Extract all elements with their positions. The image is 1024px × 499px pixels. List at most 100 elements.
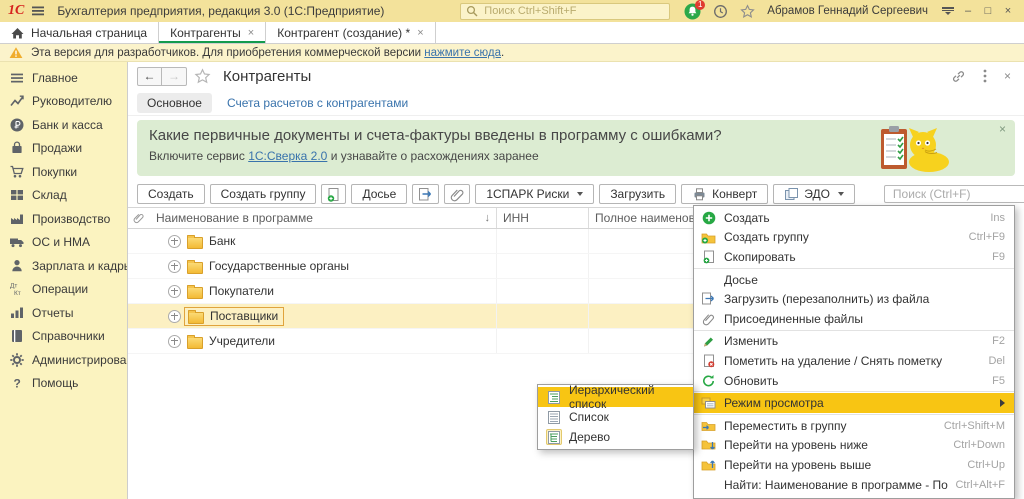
get-link-icon[interactable] — [951, 69, 966, 84]
list-search-box[interactable]: × — [884, 185, 1024, 203]
sidebar-item-directories[interactable]: Справочники — [0, 325, 127, 349]
nav-forward-button[interactable]: → — [162, 67, 187, 86]
global-search-box[interactable] — [460, 3, 670, 20]
sidebar-item-sales[interactable]: Продажи — [0, 137, 127, 161]
tab-home[interactable]: Начальная страница — [0, 22, 158, 43]
history-button[interactable] — [713, 4, 728, 19]
column-inn[interactable]: ИНН — [497, 208, 589, 228]
buy-version-link[interactable]: нажмите сюда — [424, 47, 501, 59]
menu-lines-icon — [9, 70, 25, 86]
sidebar-item-purchases[interactable]: Покупки — [0, 160, 127, 184]
current-user[interactable]: Абрамов Геннадий Сергеевич — [767, 5, 928, 17]
sidebar-item-salary-hr[interactable]: Зарплата и кадры — [0, 254, 127, 278]
tab-close-icon[interactable]: × — [248, 27, 254, 39]
delete-doc-icon — [703, 354, 715, 368]
menu-item-level-down[interactable]: Перейти на уровень ниже Ctrl+Down — [694, 436, 1014, 456]
menu-item-attached-files[interactable]: Присоединенные файлы — [694, 309, 1014, 329]
close-form-icon[interactable]: × — [1004, 69, 1011, 83]
tab-close-icon[interactable]: × — [417, 27, 423, 39]
create-button[interactable]: Создать — [137, 184, 205, 204]
menu-item-dossier[interactable]: Досье — [694, 270, 1014, 290]
import-doc-icon — [418, 187, 433, 202]
expand-icon[interactable] — [168, 285, 181, 298]
sidebar-item-production[interactable]: Производство — [0, 207, 127, 231]
sidebar-item-administration[interactable]: Администрирование — [0, 348, 127, 372]
menu-item-advanced-search[interactable]: Расширенный поиск Alt+F — [694, 494, 1014, 499]
more-options-icon[interactable] — [983, 69, 987, 83]
sverka-link[interactable]: 1С:Сверка 2.0 — [248, 149, 327, 163]
menu-item-mark-deletion[interactable]: Пометить на удаление / Снять пометку Del — [694, 351, 1014, 371]
dt-kt-icon: ДтКт — [9, 281, 25, 297]
window-minimize-button[interactable]: – — [958, 5, 978, 17]
menu-item-move-to-group[interactable]: Переместить в группу Ctrl+Shift+M — [694, 416, 1014, 436]
list-search-input[interactable] — [891, 186, 1024, 202]
nav-link-settlement-accounts[interactable]: Счета расчетов с контрагентами — [227, 96, 408, 110]
menu-separator — [694, 391, 1014, 392]
submenu-item-hierarchical-list[interactable]: Иерархический список — [538, 387, 693, 407]
page-nav: Основное Счета расчетов с контрагентами — [128, 90, 1024, 116]
service-menu-icon[interactable] — [942, 7, 954, 15]
dossier-button[interactable]: Досье — [351, 184, 407, 204]
menu-item-level-up[interactable]: Перейти на уровень выше Ctrl+Up — [694, 455, 1014, 475]
load-button[interactable]: Загрузить — [599, 184, 676, 204]
menu-item-find[interactable]: Найти: Наименование в программе - Постав… — [694, 475, 1014, 495]
copy-button[interactable] — [321, 184, 346, 204]
sidebar-item-label: Руководителю — [32, 94, 112, 108]
global-search-input[interactable] — [482, 4, 664, 18]
expand-icon[interactable] — [168, 310, 181, 323]
nav-tab-main[interactable]: Основное — [137, 93, 212, 113]
create-group-button[interactable]: Создать группу — [210, 184, 317, 204]
window-maximize-button[interactable]: □ — [978, 5, 998, 17]
main-menu-icon[interactable] — [31, 5, 45, 17]
menu-separator — [694, 330, 1014, 331]
menu-item-refresh[interactable]: Обновить F5 — [694, 371, 1014, 391]
sidebar-item-bank-cash[interactable]: Банк и касса — [0, 113, 127, 137]
favorites-button[interactable] — [740, 4, 755, 19]
envelope-button[interactable]: Конверт — [681, 184, 768, 204]
expand-icon[interactable] — [168, 235, 181, 248]
gear-icon — [9, 352, 25, 368]
nav-back-button[interactable]: ← — [137, 67, 162, 86]
page-header: ← → Контрагенты × — [128, 62, 1024, 90]
bar-chart-icon — [9, 305, 25, 321]
spark-risks-button[interactable]: 1СПАРК Риски — [475, 184, 594, 204]
row-label: Банк — [209, 234, 235, 248]
window-close-button[interactable]: × — [998, 5, 1018, 17]
load-from-file-button[interactable] — [412, 184, 439, 204]
menu-item-load-from-file[interactable]: Загрузить (перезаполнить) из файла — [694, 289, 1014, 309]
menu-item-create-group[interactable]: Создать группу Ctrl+F9 — [694, 228, 1014, 248]
person-icon — [9, 258, 25, 274]
promo-close-icon[interactable]: × — [999, 122, 1006, 136]
sidebar-item-operations[interactable]: ДтКт Операции — [0, 278, 127, 302]
sidebar-item-fixed-assets[interactable]: ОС и НМА — [0, 231, 127, 255]
expand-icon[interactable] — [168, 335, 181, 348]
1c-logo-icon: 1С — [8, 1, 24, 21]
sidebar-item-reports[interactable]: Отчеты — [0, 301, 127, 325]
menu-item-view-mode[interactable]: Режим просмотра — [694, 393, 1014, 413]
menu-item-edit[interactable]: Изменить F2 — [694, 332, 1014, 352]
tab-counterparties[interactable]: Контрагенты × — [158, 22, 266, 43]
sidebar-item-main[interactable]: Главное — [0, 66, 127, 90]
sidebar-item-manager[interactable]: Руководителю — [0, 90, 127, 114]
menu-item-create[interactable]: Создать Ins — [694, 208, 1014, 228]
svg-text:Кт: Кт — [14, 290, 21, 297]
menu-item-copy[interactable]: Скопировать F9 — [694, 247, 1014, 267]
submenu-item-tree[interactable]: Дерево — [538, 427, 693, 447]
sidebar-item-warehouse[interactable]: Склад — [0, 184, 127, 208]
tab-counterparty-new[interactable]: Контрагент (создание) * × — [266, 22, 435, 43]
sections-panel: Главное Руководителю Банк и касса Продаж… — [0, 62, 127, 499]
paperclip-icon — [702, 312, 715, 326]
sidebar-item-help[interactable]: ? Помощь — [0, 372, 127, 396]
attached-files-button[interactable] — [444, 184, 470, 204]
expand-icon[interactable] — [168, 260, 181, 273]
selected-cell: Поставщики — [184, 307, 284, 326]
sort-desc-icon: ↓ — [485, 212, 491, 224]
spark-label: 1СПАРК Риски — [486, 187, 569, 201]
favorite-star-icon[interactable] — [194, 68, 211, 84]
edo-button[interactable]: ЭДО — [773, 184, 855, 204]
column-name[interactable]: Наименование в программе ↓ — [148, 208, 497, 228]
tab-label: Начальная страница — [31, 26, 147, 40]
sidebar-item-label: Склад — [32, 188, 67, 202]
notifications-button[interactable]: 1 — [684, 3, 701, 20]
submenu-arrow-icon — [1000, 399, 1005, 407]
